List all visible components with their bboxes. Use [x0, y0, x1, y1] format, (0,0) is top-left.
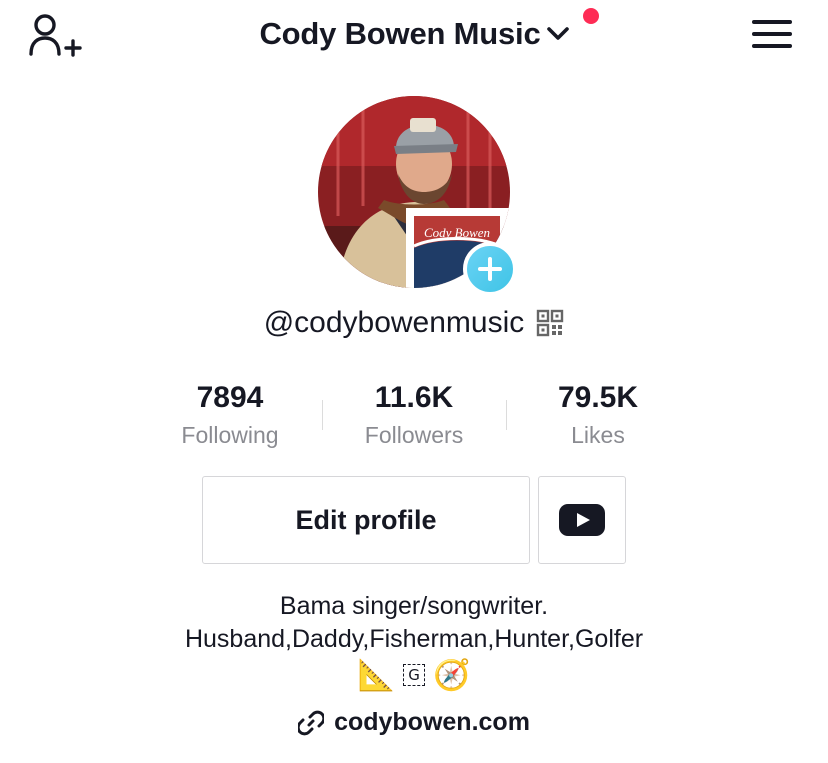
followers-label: Followers — [364, 422, 464, 448]
account-title: Cody Bowen Music — [259, 16, 541, 51]
following-count: 7894 — [196, 381, 264, 414]
compass-emoji: 🧭 — [433, 658, 471, 692]
glyph-box: G — [403, 664, 425, 686]
followers-count: 11.6K — [374, 381, 454, 414]
likes-count: 79.5K — [557, 381, 639, 414]
stat-divider — [322, 400, 323, 430]
chevron-down-icon — [546, 27, 569, 40]
stat-followers[interactable]: 11.6K Followers — [322, 378, 506, 458]
triangular-ruler-emoji: 📐 — [357, 658, 395, 692]
menu-button[interactable] — [752, 20, 792, 52]
link-icon — [298, 710, 325, 735]
top-bar: Cody Bowen Music — [0, 0, 828, 80]
menu-icon — [752, 20, 792, 48]
youtube-button[interactable] — [538, 476, 626, 564]
stat-following[interactable]: 7894 Following — [138, 378, 322, 458]
stat-divider — [506, 400, 507, 430]
notification-dot — [582, 8, 599, 24]
avatar-badge-text: Cody Bowen — [424, 225, 490, 240]
edit-profile-button[interactable]: Edit profile — [202, 476, 530, 564]
stat-likes[interactable]: 79.5K Likes — [506, 378, 690, 458]
likes-label: Likes — [571, 422, 625, 448]
bio: Bama singer/songwriter. Husband,Daddy,Fi… — [0, 590, 828, 694]
website-link-text: codybowen.com — [334, 708, 530, 736]
youtube-icon — [559, 504, 605, 536]
username-row: @codybowenmusic — [264, 306, 565, 340]
username: @codybowenmusic — [263, 306, 525, 339]
bio-line-1: Bama singer/songwriter. — [279, 592, 549, 620]
stats-row: 7894 Following 11.6K Followers 79.5K Lik… — [138, 378, 690, 458]
following-label: Following — [181, 422, 279, 448]
qr-code-icon[interactable] — [536, 309, 564, 337]
plus-icon — [478, 257, 502, 281]
add-avatar-button[interactable] — [463, 242, 517, 296]
bio-line-2: Husband,Daddy,Fisherman,Hunter,Golfer — [184, 625, 644, 653]
account-switcher[interactable]: Cody Bowen Music — [259, 8, 599, 52]
website-link[interactable]: codybowen.com — [298, 708, 530, 737]
